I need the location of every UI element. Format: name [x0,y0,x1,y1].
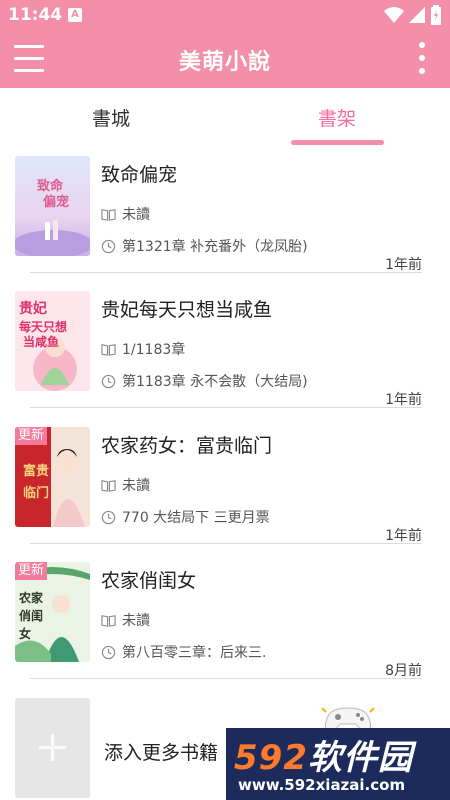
tab-bookstore[interactable]: 書城 [92,104,130,131]
svg-text:俏闺: 俏闺 [19,608,43,623]
svg-text:临门: 临门 [23,485,49,501]
divider [30,678,422,679]
book-item[interactable]: 农家 俏闺 女 更新 农家俏闺女 未讀 第八百零三章：后来三. 8月前 [0,562,450,698]
svg-text:每天只想: 每天只想 [19,319,67,334]
watermark-url: www.592xiazai.com [238,776,406,794]
book-open-icon [101,614,116,627]
notification-a-icon: A [68,8,82,22]
latest-chapter: 770 大结局下 三更月票 [101,507,270,527]
tab-bookshelf[interactable]: 書架 [318,104,356,131]
book-title[interactable]: 致命偏宠 [101,160,177,187]
add-more-books-label[interactable]: 添入更多书籍 [104,738,218,765]
divider [30,407,422,408]
active-tab-indicator [291,140,384,145]
read-status: 未讀 [101,610,150,630]
watermark-number: 592 [234,738,308,778]
wifi-icon [384,7,404,23]
latest-chapter: 第1321章 补充番外（龙凤胎) [101,236,308,256]
read-status: 1/1183章 [101,339,185,359]
update-badge: 更新 [15,562,48,580]
divider [30,543,422,544]
book-title[interactable]: 农家药女：富贵临门 [101,431,272,458]
book-open-icon [101,208,116,221]
app-bar: 美萌小說 [0,30,450,88]
add-book-button[interactable] [15,698,90,798]
watermark-logo: 592软件园 www.592xiazai.com [226,728,450,800]
time-ago: 1年前 [385,392,422,408]
clock-icon [101,645,116,659]
svg-text:富贵: 富贵 [23,463,49,479]
app-title: 美萌小說 [178,50,271,75]
svg-text:贵妃: 贵妃 [19,300,47,317]
latest-chapter-text: 第1183章 永不会散（大结局) [122,374,308,390]
time-ago: 8月前 [385,663,422,679]
book-item[interactable]: 富贵 临门 更新 农家药女：富贵临门 未讀 770 大结局下 三更月票 1年前 [0,427,450,563]
latest-chapter: 第八百零三章：后来三. [101,642,266,662]
book-open-icon [101,479,116,492]
cover-text: 致命 [37,178,64,194]
book-cover[interactable]: 富贵 临门 更新 [15,427,90,527]
time-ago: 1年前 [385,528,422,544]
book-open-icon [101,343,116,356]
tab-bar: 書城 書架 [0,88,450,146]
update-badge: 更新 [15,427,48,445]
book-cover[interactable]: 贵妃 每天只想 当咸鱼 [15,291,90,391]
latest-chapter-text: 第1321章 补充番外（龙凤胎) [122,239,308,255]
svg-text:农家: 农家 [18,590,44,605]
time-ago: 1年前 [385,257,422,273]
svg-text:女: 女 [19,626,31,641]
clock-icon [101,510,116,524]
svg-text:偏宠: 偏宠 [43,194,69,210]
status-time: 11:44 [8,5,63,25]
read-status-text: 未讀 [122,478,150,494]
book-title[interactable]: 贵妃每天只想当咸鱼 [101,295,272,322]
svg-text:当咸鱼: 当咸鱼 [23,334,59,349]
read-status: 未讀 [101,475,150,495]
clock-icon [101,239,116,253]
read-status-text: 未讀 [122,613,150,629]
watermark-brand: 软件园 [307,738,413,778]
more-vert-icon[interactable] [414,42,430,76]
book-item[interactable]: 贵妃 每天只想 当咸鱼 贵妃每天只想当咸鱼 1/1183章 第1183章 永不会… [0,291,450,427]
signal-icon [409,7,425,23]
book-title[interactable]: 农家俏闺女 [101,566,196,593]
battery-icon [431,5,441,25]
book-cover[interactable]: 农家 俏闺 女 更新 [15,562,90,662]
book-item[interactable]: 致命 偏宠 致命偏宠 未讀 第1321章 补充番外（龙凤胎) 1年前 [0,156,450,292]
clock-icon [101,374,116,388]
latest-chapter: 第1183章 永不会散（大结局) [101,371,308,391]
divider [30,272,422,273]
latest-chapter-text: 第八百零三章：后来三. [122,645,267,661]
status-bar: 11:44 A [0,0,450,30]
latest-chapter-text: 770 大结局下 三更月票 [122,510,270,526]
read-status-text: 1/1183章 [122,342,186,358]
read-status-text: 未讀 [122,207,150,223]
read-status: 未讀 [101,204,150,224]
book-cover[interactable]: 致命 偏宠 [15,156,90,256]
